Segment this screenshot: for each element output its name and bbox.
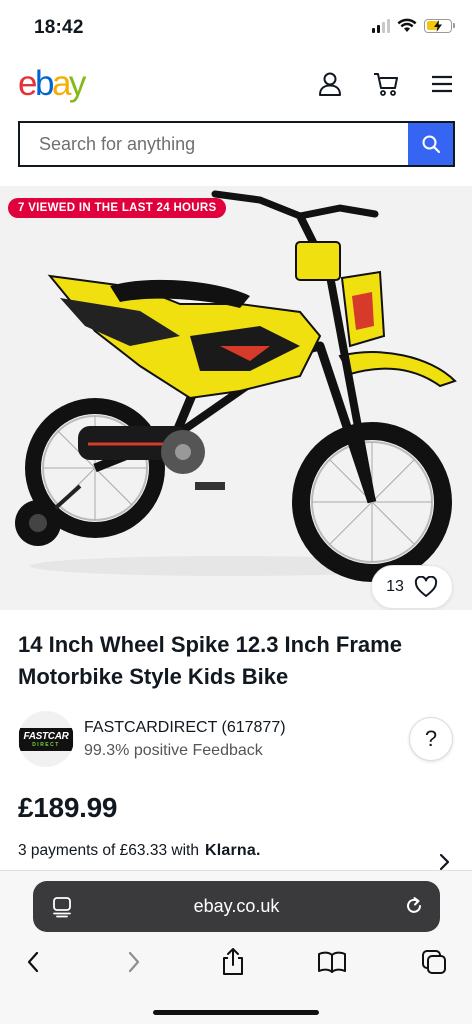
chevron-left-icon [27,951,39,973]
klarna-logo: Klarna. [204,842,261,859]
home-indicator [153,1010,319,1015]
share-icon [223,948,243,975]
product-image [15,190,457,582]
forward-button[interactable] [118,947,150,977]
bookmarks-button[interactable] [316,947,348,977]
chevron-right-icon [128,951,140,973]
share-button[interactable] [217,947,249,977]
search-icon [422,135,440,154]
browser-toolbar: ebay.co.uk [0,870,472,1024]
watch-button[interactable]: 13 [371,565,453,609]
reload-icon[interactable] [403,895,425,917]
search-button[interactable] [408,123,453,165]
payment-plan[interactable]: 3 payments of £63.33 with Klarna. [18,842,261,860]
user-icon[interactable] [316,70,344,98]
url-text: ebay.co.uk [193,896,280,916]
seller-name[interactable]: FASTCARDIRECT (617877) [84,719,286,737]
tabs-icon [422,950,446,974]
back-button[interactable] [17,947,49,977]
address-bar[interactable]: ebay.co.uk [33,881,440,932]
status-time: 18:42 [34,17,84,38]
ebay-logo[interactable]: ebay [18,64,86,104]
viewed-badge: 7 VIEWED IN THE LAST 24 HOURS [8,198,227,218]
seller-avatar[interactable]: FASTCAR DIRECT [18,711,74,767]
site-header: ebay [0,62,472,108]
book-icon [318,951,346,973]
search-bar [18,121,455,167]
product-image-gallery[interactable]: 7 VIEWED IN THE LAST 24 HOURS 13 [0,186,472,610]
wifi-icon [397,18,417,32]
cellular-signal-icon [372,18,390,33]
battery-icon [424,18,455,33]
menu-icon[interactable] [428,70,456,98]
heart-icon [414,576,438,597]
seller-feedback: 99.3% positive Feedback [84,742,263,759]
chevron-right-icon[interactable] [437,853,451,871]
status-icons [372,18,455,33]
status-bar: 18:42 [0,0,472,56]
product-title: 14 Inch Wheel Spike 12.3 Inch Frame Moto… [18,632,402,689]
watch-count: 13 [386,578,404,595]
help-button[interactable]: ? [409,717,453,761]
seller-logo-text: FASTCAR [23,730,69,742]
tabs-button[interactable] [418,947,450,977]
product-price: £189.99 [18,792,118,823]
reader-icon[interactable] [51,896,73,918]
seller-logo-subtext: DIRECT [32,741,60,748]
payment-plan-text: 3 payments of £63.33 with [18,842,199,859]
search-input[interactable] [20,123,408,165]
cart-icon[interactable] [372,70,400,98]
